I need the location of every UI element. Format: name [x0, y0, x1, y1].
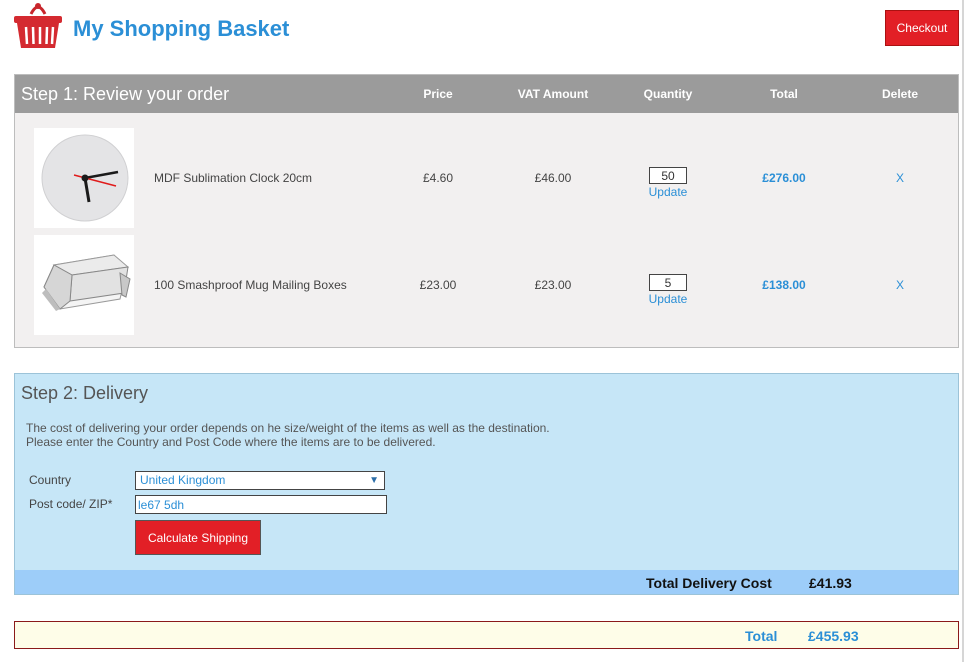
column-header-quantity: Quantity: [643, 87, 693, 101]
order-total-box: Total £455.93: [14, 621, 959, 649]
product-name: 100 Smashproof Mug Mailing Boxes: [154, 278, 347, 292]
scrollbar[interactable]: [962, 0, 964, 662]
delivery-description: The cost of delivering your order depend…: [26, 421, 550, 449]
table-row: MDF Sublimation Clock 20cm £4.60 £46.00 …: [15, 128, 958, 228]
column-header-vat: VAT Amount: [517, 87, 589, 101]
step1-title: Step 1: Review your order: [21, 84, 230, 104]
country-label: Country: [29, 473, 72, 487]
clock-image: [34, 128, 134, 228]
line-total-cell: £276.00: [762, 171, 806, 185]
vat-cell: £46.00: [534, 171, 572, 185]
postcode-input[interactable]: [135, 495, 387, 514]
calculate-shipping-button[interactable]: Calculate Shipping: [135, 520, 261, 555]
mailing-box-image: [34, 235, 134, 335]
table-row: 100 Smashproof Mug Mailing Boxes £23.00 …: [15, 235, 958, 335]
product-name: MDF Sublimation Clock 20cm: [154, 171, 313, 185]
column-header-total: Total: [770, 87, 798, 101]
basket-icon: [14, 3, 62, 48]
price-cell: £4.60: [422, 171, 454, 185]
update-link[interactable]: Update: [638, 185, 698, 199]
quantity-input[interactable]: [649, 167, 687, 184]
line-total-cell: £138.00: [762, 278, 806, 292]
delivery-section: Step 2: Delivery The cost of delivering …: [14, 373, 959, 595]
delivery-cost-bar: Total Delivery Cost £41.93: [15, 570, 958, 594]
price-cell: £23.00: [419, 278, 457, 292]
delivery-description-line1: The cost of delivering your order depend…: [26, 421, 550, 435]
postcode-label: Post code/ ZIP*: [29, 497, 113, 511]
checkout-button[interactable]: Checkout: [885, 10, 959, 46]
step2-title: Step 2: Delivery: [21, 383, 149, 403]
delete-item-link[interactable]: X: [850, 171, 950, 185]
delivery-description-line2: Please enter the Country and Post Code w…: [26, 435, 436, 449]
page-header: My Shopping Basket Checkout: [0, 0, 968, 60]
order-review-section: Step 1: Review your order Price VAT Amou…: [14, 74, 959, 348]
chevron-down-icon: ▼: [369, 475, 379, 486]
page-title: My Shopping Basket: [73, 16, 290, 41]
order-table-header: Step 1: Review your order Price VAT Amou…: [15, 75, 958, 113]
delivery-cost-label: Total Delivery Cost: [646, 575, 772, 591]
update-link[interactable]: Update: [638, 292, 698, 306]
delivery-cost-value: £41.93: [809, 575, 852, 591]
quantity-input[interactable]: [649, 274, 687, 291]
order-total-label: Total: [745, 628, 778, 644]
vat-cell: £23.00: [534, 278, 572, 292]
column-header-delete: Delete: [881, 87, 919, 101]
country-select-value: United Kingdom: [140, 473, 226, 487]
order-total-value: £455.93: [808, 628, 859, 644]
column-header-price: Price: [423, 87, 453, 101]
country-select[interactable]: United Kingdom ▼: [135, 471, 385, 490]
delete-item-link[interactable]: X: [850, 278, 950, 292]
